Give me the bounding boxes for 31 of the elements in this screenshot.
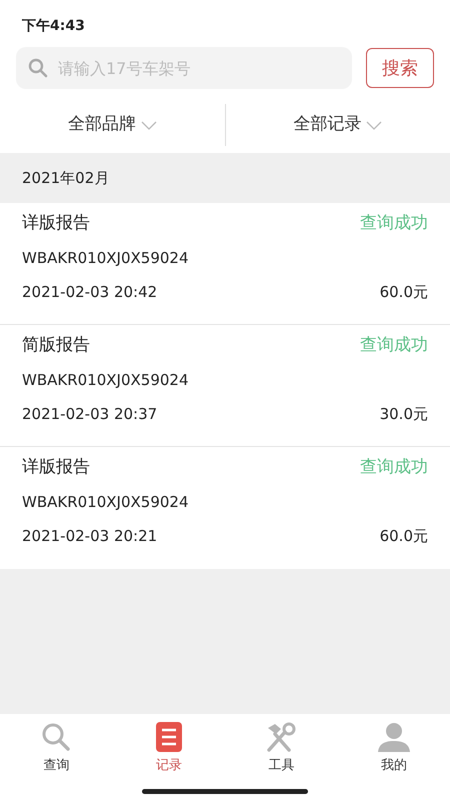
query-status: 查询成功 bbox=[360, 334, 428, 358]
record-time: 2021-02-03 20:21 bbox=[22, 526, 158, 547]
query-status: 查询成功 bbox=[360, 212, 428, 236]
person-icon bbox=[378, 722, 410, 752]
tab-item[interactable]: 查询 bbox=[0, 722, 112, 778]
record-time: 2021-02-03 20:42 bbox=[22, 282, 158, 303]
chevron-down-icon bbox=[140, 120, 157, 130]
search-field[interactable]: 请输入17号车架号 bbox=[16, 47, 352, 89]
record-price: 30.0元 bbox=[380, 404, 428, 425]
filter-dropdown[interactable]: 全部记录 bbox=[293, 112, 382, 138]
record-price: 60.0元 bbox=[380, 526, 428, 547]
hammer-wrench-icon bbox=[265, 722, 298, 752]
chevron-down-icon bbox=[366, 120, 382, 130]
list-icon bbox=[156, 722, 182, 752]
report-type: 详版报告 bbox=[22, 456, 90, 480]
query-status: 查询成功 bbox=[360, 456, 428, 480]
status-time: 下午4:43 bbox=[22, 18, 85, 34]
report-type: 简版报告 bbox=[22, 334, 90, 358]
search-icon bbox=[41, 722, 72, 752]
report-type: 详版报告 bbox=[22, 212, 90, 236]
tab-item[interactable]: 记录 bbox=[112, 722, 225, 778]
record-time: 2021-02-03 20:37 bbox=[22, 404, 158, 425]
vin-number: WBAKR010XJ0X59024 bbox=[22, 492, 189, 513]
filter-dropdown[interactable]: 全部品牌 bbox=[68, 112, 157, 138]
vin-number: WBAKR010XJ0X59024 bbox=[22, 248, 189, 269]
month-header: 2021年02月 bbox=[22, 168, 110, 189]
search-button[interactable]: 搜索 bbox=[366, 48, 434, 88]
tab-item[interactable]: 我的 bbox=[338, 722, 450, 778]
record-price: 60.0元 bbox=[380, 282, 428, 303]
vin-number: WBAKR010XJ0X59024 bbox=[22, 370, 189, 391]
tab-item[interactable]: 工具 bbox=[225, 722, 338, 778]
